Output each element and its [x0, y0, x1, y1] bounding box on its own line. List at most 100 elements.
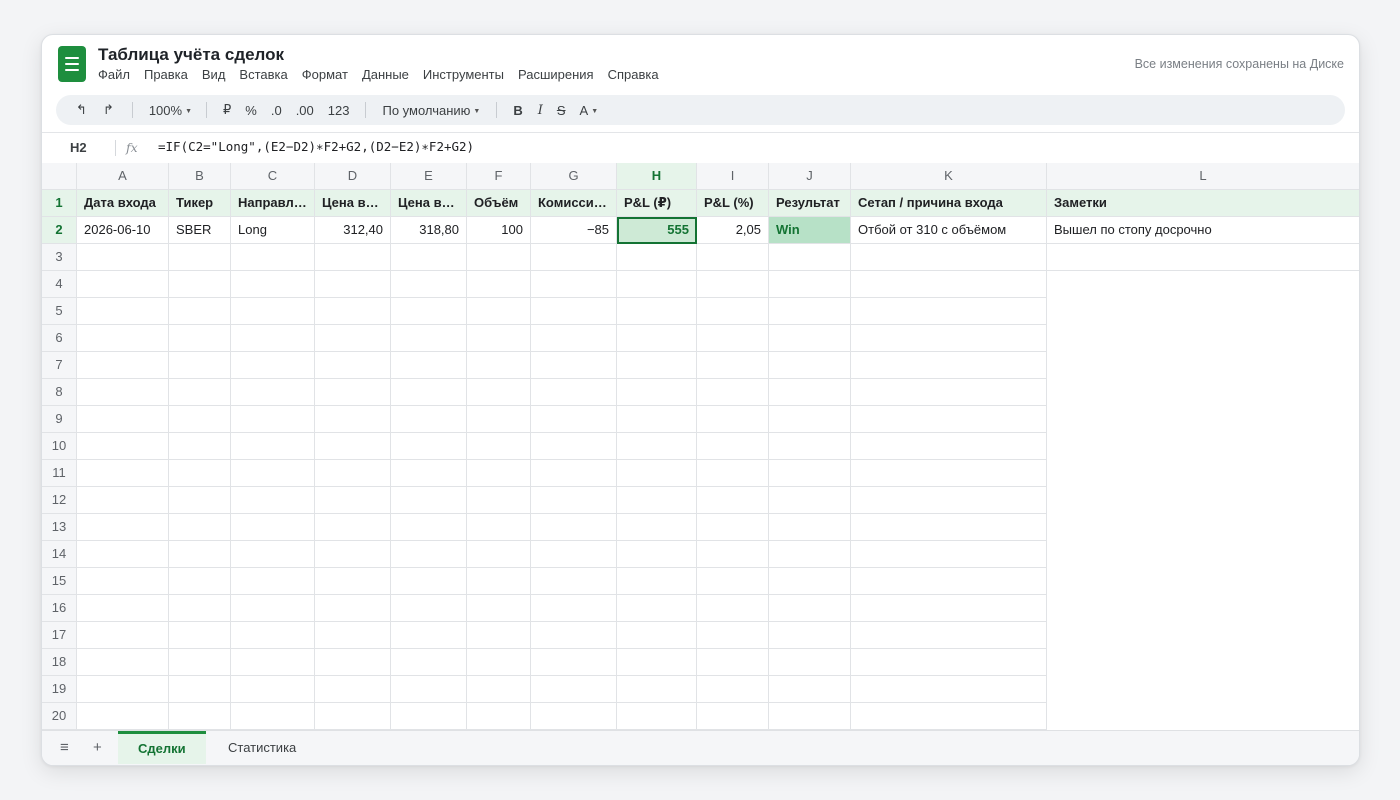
cell-h8[interactable] [617, 379, 697, 406]
cell-d5[interactable] [315, 298, 391, 325]
column-header-b[interactable]: B [169, 163, 231, 190]
decrease-decimals-button[interactable]: .0 [271, 103, 282, 118]
cell-h9[interactable] [617, 406, 697, 433]
cell-i18[interactable] [697, 649, 769, 676]
column-header-c[interactable]: C [231, 163, 315, 190]
cell-c13[interactable] [231, 514, 315, 541]
cell-d12[interactable] [315, 487, 391, 514]
cell-k6[interactable] [851, 325, 1047, 352]
header-cell-c[interactable]: Направл… [231, 190, 315, 217]
cell-c12[interactable] [231, 487, 315, 514]
cell-g3[interactable] [531, 244, 617, 271]
column-header-f[interactable]: F [467, 163, 531, 190]
cell-j4[interactable] [769, 271, 851, 298]
cell-c16[interactable] [231, 595, 315, 622]
cell-b7[interactable] [169, 352, 231, 379]
menu-format[interactable]: Формат [302, 67, 348, 82]
cell-d19[interactable] [315, 676, 391, 703]
cell-b16[interactable] [169, 595, 231, 622]
cell-f4[interactable] [467, 271, 531, 298]
cell-c9[interactable] [231, 406, 315, 433]
cell-i13[interactable] [697, 514, 769, 541]
cell-g18[interactable] [531, 649, 617, 676]
zoom-select[interactable]: 100% ▼ [149, 103, 192, 118]
cell-i10[interactable] [697, 433, 769, 460]
cell-b3[interactable] [169, 244, 231, 271]
cell-b14[interactable] [169, 541, 231, 568]
cell-c3[interactable] [231, 244, 315, 271]
cell-e6[interactable] [391, 325, 467, 352]
cell-j14[interactable] [769, 541, 851, 568]
formula-input[interactable]: =IF(C2="Long",(E2−D2)∗F2+G2,(D2−E2)∗F2+G… [158, 139, 474, 154]
cell-f6[interactable] [467, 325, 531, 352]
cell-k12[interactable] [851, 487, 1047, 514]
cell-c15[interactable] [231, 568, 315, 595]
cell-d15[interactable] [315, 568, 391, 595]
cell-b10[interactable] [169, 433, 231, 460]
cell-f12[interactable] [467, 487, 531, 514]
number-format-button[interactable]: 123 [328, 103, 350, 118]
column-header-g[interactable]: G [531, 163, 617, 190]
percent-format-button[interactable]: % [245, 103, 257, 118]
cell-g6[interactable] [531, 325, 617, 352]
cell-k17[interactable] [851, 622, 1047, 649]
cell-h11[interactable] [617, 460, 697, 487]
row-header[interactable]: 6 [42, 325, 77, 352]
cell-l3[interactable] [1047, 244, 1359, 271]
cell-e18[interactable] [391, 649, 467, 676]
cell-d2[interactable]: 312,40 [315, 217, 391, 244]
redo-icon[interactable]: ↱ [103, 102, 114, 118]
row-header[interactable]: 4 [42, 271, 77, 298]
cell-d9[interactable] [315, 406, 391, 433]
cell-h13[interactable] [617, 514, 697, 541]
cell-d16[interactable] [315, 595, 391, 622]
header-cell-d[interactable]: Цена в… [315, 190, 391, 217]
menu-extensions[interactable]: Расширения [518, 67, 594, 82]
cell-d6[interactable] [315, 325, 391, 352]
cell-j8[interactable] [769, 379, 851, 406]
cell-e9[interactable] [391, 406, 467, 433]
row-header[interactable]: 9 [42, 406, 77, 433]
cell-h6[interactable] [617, 325, 697, 352]
cell-a14[interactable] [77, 541, 169, 568]
cell-b2[interactable]: SBER [169, 217, 231, 244]
cell-e19[interactable] [391, 676, 467, 703]
cell-e4[interactable] [391, 271, 467, 298]
column-header-e[interactable]: E [391, 163, 467, 190]
cell-j18[interactable] [769, 649, 851, 676]
cell-d4[interactable] [315, 271, 391, 298]
cell-j16[interactable] [769, 595, 851, 622]
select-all-corner[interactable] [42, 163, 77, 190]
cell-b11[interactable] [169, 460, 231, 487]
cell-c11[interactable] [231, 460, 315, 487]
increase-decimals-button[interactable]: .00 [296, 103, 314, 118]
row-header[interactable]: 15 [42, 568, 77, 595]
cell-g16[interactable] [531, 595, 617, 622]
cell-b4[interactable] [169, 271, 231, 298]
undo-icon[interactable]: ↰ [76, 102, 87, 118]
cell-a7[interactable] [77, 352, 169, 379]
cell-d20[interactable] [315, 703, 391, 730]
cell-h14[interactable] [617, 541, 697, 568]
cell-i3[interactable] [697, 244, 769, 271]
cell-j9[interactable] [769, 406, 851, 433]
cell-b15[interactable] [169, 568, 231, 595]
cell-j20[interactable] [769, 703, 851, 730]
cell-d10[interactable] [315, 433, 391, 460]
cell-b19[interactable] [169, 676, 231, 703]
column-header-h[interactable]: H [617, 163, 697, 190]
cell-c4[interactable] [231, 271, 315, 298]
cell-k10[interactable] [851, 433, 1047, 460]
header-cell-b[interactable]: Тикер [169, 190, 231, 217]
name-box[interactable]: H2 [70, 140, 87, 155]
cell-b9[interactable] [169, 406, 231, 433]
column-header-l[interactable]: L [1047, 163, 1359, 190]
cell-k2[interactable]: Отбой от 310 с объёмом [851, 217, 1047, 244]
header-cell-f[interactable]: Объём [467, 190, 531, 217]
header-cell-a[interactable]: Дата входа [77, 190, 169, 217]
cell-i14[interactable] [697, 541, 769, 568]
cell-j7[interactable] [769, 352, 851, 379]
cell-f17[interactable] [467, 622, 531, 649]
cell-g4[interactable] [531, 271, 617, 298]
cell-j17[interactable] [769, 622, 851, 649]
